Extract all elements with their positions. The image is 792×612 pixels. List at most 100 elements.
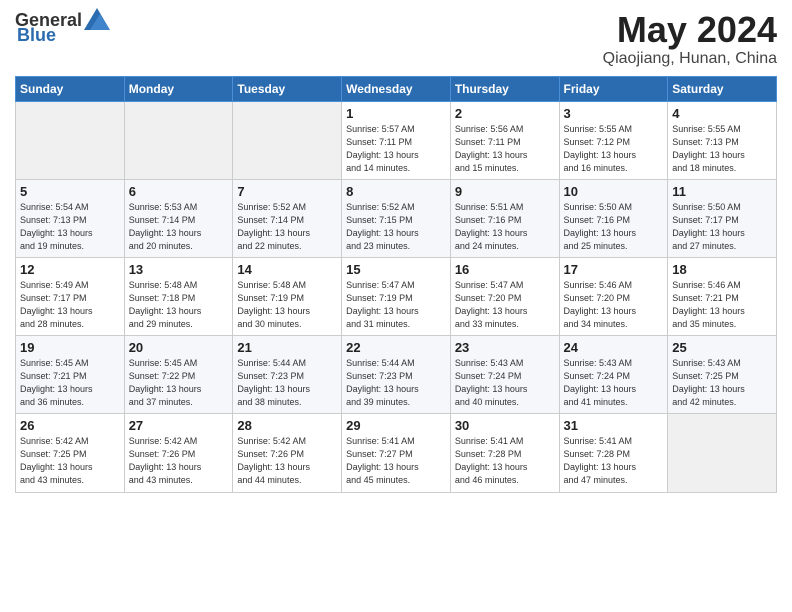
day-number: 15 <box>346 262 446 277</box>
day-number: 10 <box>564 184 664 199</box>
calendar-cell: 1 Sunrise: 5:57 AM Sunset: 7:11 PM Daylig… <box>342 101 451 179</box>
title-section: May 2024 Qiaojiang, Hunan, China <box>603 10 777 68</box>
day-number: 29 <box>346 418 446 433</box>
logo: General Blue <box>15 10 110 46</box>
calendar-cell <box>233 101 342 179</box>
weekday-header-friday: Friday <box>559 76 668 101</box>
day-info: Sunrise: 5:43 AM Sunset: 7:24 PM Dayligh… <box>455 357 555 409</box>
calendar-cell: 30Sunrise: 5:41 AM Sunset: 7:28 PM Dayli… <box>450 414 559 492</box>
calendar-cell: 14 Sunrise: 5:48 AM Sunset: 7:19 PM Dayli… <box>233 257 342 335</box>
calendar-cell: 10 Sunrise: 5:50 AM Sunset: 7:16 PM Dayli… <box>559 179 668 257</box>
day-number: 30 <box>455 418 555 433</box>
calendar-cell: 18 Sunrise: 5:46 AM Sunset: 7:21 PM Dayli… <box>668 257 777 335</box>
weekday-header-wednesday: Wednesday <box>342 76 451 101</box>
calendar-cell: 23 Sunrise: 5:43 AM Sunset: 7:24 PM Dayli… <box>450 336 559 414</box>
day-number: 7 <box>237 184 337 199</box>
calendar-cell: 8 Sunrise: 5:52 AM Sunset: 7:15 PM Daylig… <box>342 179 451 257</box>
day-info: Sunrise: 5:55 AM Sunset: 7:12 PM Dayligh… <box>564 123 664 175</box>
calendar-cell <box>124 101 233 179</box>
day-info: Sunrise: 5:43 AM Sunset: 7:24 PM Dayligh… <box>564 357 664 409</box>
calendar-cell: 12 Sunrise: 5:49 AM Sunset: 7:17 PM Dayli… <box>16 257 125 335</box>
day-number: 6 <box>129 184 229 199</box>
calendar-cell: 9 Sunrise: 5:51 AM Sunset: 7:16 PM Daylig… <box>450 179 559 257</box>
day-number: 27 <box>129 418 229 433</box>
day-number: 25 <box>672 340 772 355</box>
day-number: 21 <box>237 340 337 355</box>
day-number: 11 <box>672 184 772 199</box>
day-info: Sunrise: 5:48 AM Sunset: 7:19 PM Dayligh… <box>237 279 337 331</box>
day-number: 12 <box>20 262 120 277</box>
logo-icon <box>84 8 110 30</box>
weekday-header-tuesday: Tuesday <box>233 76 342 101</box>
day-info: Sunrise: 5:43 AM Sunset: 7:25 PM Dayligh… <box>672 357 772 409</box>
day-number: 8 <box>346 184 446 199</box>
logo-blue: Blue <box>17 25 56 46</box>
calendar-cell: 26Sunrise: 5:42 AM Sunset: 7:25 PM Dayli… <box>16 414 125 492</box>
calendar-cell: 20 Sunrise: 5:45 AM Sunset: 7:22 PM Dayli… <box>124 336 233 414</box>
day-info: Sunrise: 5:41 AM Sunset: 7:28 PM Dayligh… <box>564 435 664 487</box>
calendar-cell: 24 Sunrise: 5:43 AM Sunset: 7:24 PM Dayli… <box>559 336 668 414</box>
day-info: Sunrise: 5:50 AM Sunset: 7:16 PM Dayligh… <box>564 201 664 253</box>
weekday-header-thursday: Thursday <box>450 76 559 101</box>
day-number: 17 <box>564 262 664 277</box>
day-number: 3 <box>564 106 664 121</box>
week-row-3: 12 Sunrise: 5:49 AM Sunset: 7:17 PM Dayli… <box>16 257 777 335</box>
day-number: 23 <box>455 340 555 355</box>
day-info: Sunrise: 5:42 AM Sunset: 7:25 PM Dayligh… <box>20 435 120 487</box>
day-info: Sunrise: 5:56 AM Sunset: 7:11 PM Dayligh… <box>455 123 555 175</box>
day-info: Sunrise: 5:42 AM Sunset: 7:26 PM Dayligh… <box>237 435 337 487</box>
calendar-cell: 28 Sunrise: 5:42 AM Sunset: 7:26 PM Dayli… <box>233 414 342 492</box>
day-info: Sunrise: 5:57 AM Sunset: 7:11 PM Dayligh… <box>346 123 446 175</box>
day-info: Sunrise: 5:44 AM Sunset: 7:23 PM Dayligh… <box>346 357 446 409</box>
day-info: Sunrise: 5:46 AM Sunset: 7:21 PM Dayligh… <box>672 279 772 331</box>
day-info: Sunrise: 5:47 AM Sunset: 7:20 PM Dayligh… <box>455 279 555 331</box>
day-number: 20 <box>129 340 229 355</box>
day-number: 24 <box>564 340 664 355</box>
weekday-header-sunday: Sunday <box>16 76 125 101</box>
calendar-cell: 17 Sunrise: 5:46 AM Sunset: 7:20 PM Dayli… <box>559 257 668 335</box>
day-info: Sunrise: 5:49 AM Sunset: 7:17 PM Dayligh… <box>20 279 120 331</box>
day-number: 16 <box>455 262 555 277</box>
calendar-cell: 29 Sunrise: 5:41 AM Sunset: 7:27 PM Dayli… <box>342 414 451 492</box>
day-info: Sunrise: 5:42 AM Sunset: 7:26 PM Dayligh… <box>129 435 229 487</box>
week-row-1: 1 Sunrise: 5:57 AM Sunset: 7:11 PM Daylig… <box>16 101 777 179</box>
day-info: Sunrise: 5:52 AM Sunset: 7:15 PM Dayligh… <box>346 201 446 253</box>
day-info: Sunrise: 5:46 AM Sunset: 7:20 PM Dayligh… <box>564 279 664 331</box>
week-row-5: 26Sunrise: 5:42 AM Sunset: 7:25 PM Dayli… <box>16 414 777 492</box>
calendar-cell: 5Sunrise: 5:54 AM Sunset: 7:13 PM Daylig… <box>16 179 125 257</box>
calendar-cell: 6 Sunrise: 5:53 AM Sunset: 7:14 PM Daylig… <box>124 179 233 257</box>
calendar-subtitle: Qiaojiang, Hunan, China <box>603 50 777 68</box>
day-number: 9 <box>455 184 555 199</box>
day-info: Sunrise: 5:54 AM Sunset: 7:13 PM Dayligh… <box>20 201 120 253</box>
day-number: 14 <box>237 262 337 277</box>
day-info: Sunrise: 5:52 AM Sunset: 7:14 PM Dayligh… <box>237 201 337 253</box>
weekday-header-monday: Monday <box>124 76 233 101</box>
day-info: Sunrise: 5:55 AM Sunset: 7:13 PM Dayligh… <box>672 123 772 175</box>
day-number: 22 <box>346 340 446 355</box>
day-info: Sunrise: 5:51 AM Sunset: 7:16 PM Dayligh… <box>455 201 555 253</box>
day-number: 1 <box>346 106 446 121</box>
calendar-cell: 19Sunrise: 5:45 AM Sunset: 7:21 PM Dayli… <box>16 336 125 414</box>
day-number: 2 <box>455 106 555 121</box>
calendar-cell: 2 Sunrise: 5:56 AM Sunset: 7:11 PM Daylig… <box>450 101 559 179</box>
day-number: 28 <box>237 418 337 433</box>
day-info: Sunrise: 5:53 AM Sunset: 7:14 PM Dayligh… <box>129 201 229 253</box>
day-info: Sunrise: 5:44 AM Sunset: 7:23 PM Dayligh… <box>237 357 337 409</box>
day-number: 18 <box>672 262 772 277</box>
week-row-2: 5Sunrise: 5:54 AM Sunset: 7:13 PM Daylig… <box>16 179 777 257</box>
calendar-cell: 11 Sunrise: 5:50 AM Sunset: 7:17 PM Dayli… <box>668 179 777 257</box>
day-info: Sunrise: 5:41 AM Sunset: 7:27 PM Dayligh… <box>346 435 446 487</box>
calendar-cell: 13 Sunrise: 5:48 AM Sunset: 7:18 PM Dayli… <box>124 257 233 335</box>
day-info: Sunrise: 5:47 AM Sunset: 7:19 PM Dayligh… <box>346 279 446 331</box>
calendar-table: SundayMondayTuesdayWednesdayThursdayFrid… <box>15 76 777 493</box>
weekday-header-saturday: Saturday <box>668 76 777 101</box>
calendar-cell: 4Sunrise: 5:55 AM Sunset: 7:13 PM Daylig… <box>668 101 777 179</box>
day-info: Sunrise: 5:50 AM Sunset: 7:17 PM Dayligh… <box>672 201 772 253</box>
day-info: Sunrise: 5:45 AM Sunset: 7:22 PM Dayligh… <box>129 357 229 409</box>
day-info: Sunrise: 5:48 AM Sunset: 7:18 PM Dayligh… <box>129 279 229 331</box>
weekday-header-row: SundayMondayTuesdayWednesdayThursdayFrid… <box>16 76 777 101</box>
calendar-cell: 7 Sunrise: 5:52 AM Sunset: 7:14 PM Daylig… <box>233 179 342 257</box>
calendar-title: May 2024 <box>603 10 777 50</box>
day-number: 13 <box>129 262 229 277</box>
calendar-cell: 22 Sunrise: 5:44 AM Sunset: 7:23 PM Dayli… <box>342 336 451 414</box>
